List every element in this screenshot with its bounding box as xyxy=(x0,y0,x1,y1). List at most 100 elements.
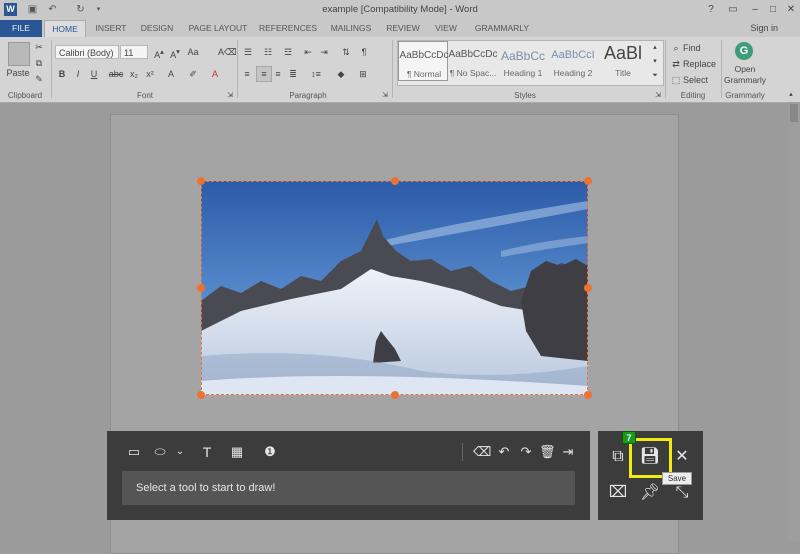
undo-icon[interactable]: ↶ xyxy=(46,3,59,16)
collapse-ribbon-icon[interactable]: ▴ xyxy=(786,89,796,101)
redo-draw-icon[interactable]: ↷ xyxy=(518,444,534,460)
align-center-icon[interactable]: ≡ xyxy=(256,66,272,82)
step-number-tool-icon[interactable]: ❶ xyxy=(262,444,278,460)
text-tool-icon[interactable]: T xyxy=(199,444,215,460)
ellipse-tool-icon[interactable]: ⬭ xyxy=(152,444,168,460)
multilevel-list-icon[interactable]: ☲ xyxy=(281,45,295,59)
edit-image-icon[interactable]: ⌧ xyxy=(607,482,629,504)
resize-handle-right[interactable] xyxy=(584,284,592,292)
save-quick-icon[interactable]: ▣ xyxy=(26,3,39,16)
text-effects-icon[interactable]: A xyxy=(164,67,178,81)
tab-page-layout[interactable]: PAGE LAYOUT xyxy=(186,20,250,37)
tab-grammarly[interactable]: GRAMMARLY xyxy=(470,20,534,37)
resize-handle-bottom-left[interactable] xyxy=(197,391,205,399)
subscript-icon[interactable]: x₂ xyxy=(128,67,140,81)
grammarly-icon[interactable]: G xyxy=(735,42,753,60)
open-grammarly-line2[interactable]: Grammarly xyxy=(722,75,768,85)
redo-icon[interactable]: ↻ xyxy=(74,3,87,16)
resize-handle-top[interactable] xyxy=(391,177,399,185)
close-capture-icon[interactable]: ✕ xyxy=(671,446,693,468)
ribbon-options-icon[interactable]: ▭ xyxy=(724,2,742,17)
style-heading-1[interactable]: AaBbCc Heading 1 xyxy=(498,41,548,81)
help-button[interactable]: ? xyxy=(702,2,720,17)
paste-icon[interactable] xyxy=(8,42,30,66)
sort-icon[interactable]: ⇅ xyxy=(340,45,352,59)
align-left-icon[interactable]: ≡ xyxy=(241,67,253,81)
maximize-button[interactable]: □ xyxy=(764,2,782,17)
italic-icon[interactable]: I xyxy=(72,67,84,81)
minimize-button[interactable]: – xyxy=(746,2,764,17)
tab-review[interactable]: REVIEW xyxy=(384,20,422,37)
paragraph-dialog-launcher-icon[interactable]: ⇲ xyxy=(381,91,389,101)
styles-scroll-down-icon[interactable]: ▾ xyxy=(650,55,660,68)
customize-quick-access-icon[interactable]: ▾ xyxy=(92,3,105,16)
rectangle-tool-icon[interactable]: ▭ xyxy=(126,444,142,460)
decrease-indent-icon[interactable]: ⇤ xyxy=(302,45,314,59)
shading-icon[interactable]: ◆ xyxy=(334,67,348,81)
clear-formatting-icon[interactable]: A⌫ xyxy=(218,45,237,59)
font-color-icon[interactable]: A xyxy=(208,67,222,81)
styles-scroll-up-icon[interactable]: ▴ xyxy=(650,41,660,54)
font-size-select[interactable]: 11 xyxy=(120,45,148,59)
font-name-select[interactable]: Calibri (Body) xyxy=(55,45,119,59)
style-no-spacing[interactable]: AaBbCcDc ¶ No Spac... xyxy=(448,41,498,81)
styles-more-icon[interactable]: ⏷ xyxy=(650,69,660,82)
resize-handle-top-left[interactable] xyxy=(197,177,205,185)
style-title[interactable]: AaBl Title xyxy=(598,41,648,81)
bullets-icon[interactable]: ☰ xyxy=(241,45,255,59)
undo-draw-icon[interactable]: ↶ xyxy=(496,444,512,460)
tab-mailings[interactable]: MAILINGS xyxy=(326,20,376,37)
tab-file[interactable]: FILE xyxy=(0,20,42,37)
align-right-icon[interactable]: ≡ xyxy=(272,67,284,81)
delete-icon[interactable]: 🗑 xyxy=(539,444,556,460)
grow-font-icon[interactable]: A▴ xyxy=(152,45,166,60)
change-case-icon[interactable]: Aa xyxy=(186,45,200,59)
expand-icon[interactable]: ⤡ xyxy=(671,482,693,504)
resize-handle-bottom-right[interactable] xyxy=(584,391,592,399)
font-dialog-launcher-icon[interactable]: ⇲ xyxy=(226,91,234,101)
eraser-icon[interactable]: ⌫ xyxy=(473,444,491,460)
superscript-icon[interactable]: x² xyxy=(144,67,156,81)
tab-references[interactable]: REFERENCES xyxy=(258,20,318,37)
line-spacing-icon[interactable]: ↕≡ xyxy=(308,67,324,81)
tab-view[interactable]: VIEW xyxy=(430,20,462,37)
vertical-scrollbar[interactable] xyxy=(788,102,800,541)
scrollbar-thumb[interactable] xyxy=(790,104,798,122)
underline-icon[interactable]: U xyxy=(88,67,100,81)
justify-icon[interactable]: ≣ xyxy=(287,67,299,81)
tab-home[interactable]: HOME xyxy=(44,20,86,37)
exit-draw-icon[interactable]: ⇥ xyxy=(560,444,576,460)
highlight-color-icon[interactable]: ✐ xyxy=(186,67,200,81)
sign-in-link[interactable]: Sign in xyxy=(750,20,778,37)
replace-button[interactable]: Replace xyxy=(683,57,717,71)
bold-icon[interactable]: B xyxy=(56,67,68,81)
shape-dropdown-chevron-icon[interactable]: ⌄ xyxy=(172,444,188,460)
show-formatting-icon[interactable]: ¶ xyxy=(358,45,370,59)
tab-insert[interactable]: INSERT xyxy=(90,20,132,37)
mosaic-tool-icon[interactable]: ▦ xyxy=(229,444,245,460)
numbering-icon[interactable]: ☷ xyxy=(261,45,275,59)
select-icon[interactable]: ⬚ xyxy=(670,73,682,87)
close-button[interactable]: ✕ xyxy=(782,2,800,17)
cut-icon[interactable]: ✂ xyxy=(33,40,45,54)
pin-icon[interactable]: 📌︎ xyxy=(639,482,661,504)
select-button[interactable]: Select xyxy=(683,73,717,87)
style-heading-2[interactable]: AaBbCcI Heading 2 xyxy=(548,41,598,81)
strikethrough-icon[interactable]: abc xyxy=(108,67,124,81)
styles-dialog-launcher-icon[interactable]: ⇲ xyxy=(654,91,662,101)
paste-button[interactable]: Paste xyxy=(3,66,33,80)
copy-icon[interactable]: ⧉ xyxy=(33,56,45,70)
style-normal[interactable]: AaBbCcDc ¶ Normal xyxy=(398,41,448,81)
borders-icon[interactable]: ⊞ xyxy=(356,67,370,81)
find-icon[interactable]: ⌕ xyxy=(670,41,682,55)
copy-to-clipboard-icon[interactable]: ⧉ xyxy=(607,446,629,468)
format-painter-icon[interactable]: ✎ xyxy=(33,72,45,86)
find-button[interactable]: Find xyxy=(683,41,713,55)
replace-icon[interactable]: ⇄ xyxy=(670,57,682,71)
open-grammarly-line1[interactable]: Open xyxy=(722,64,768,74)
resize-handle-top-right[interactable] xyxy=(584,177,592,185)
increase-indent-icon[interactable]: ⇥ xyxy=(318,45,330,59)
resize-handle-bottom[interactable] xyxy=(391,391,399,399)
resize-handle-left[interactable] xyxy=(197,284,205,292)
shrink-font-icon[interactable]: A▾ xyxy=(168,45,182,60)
